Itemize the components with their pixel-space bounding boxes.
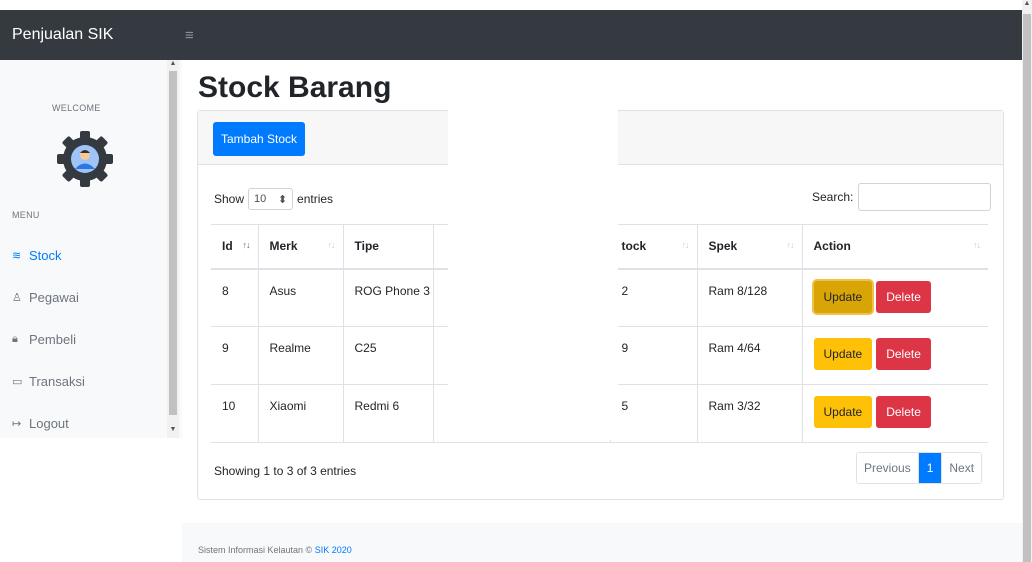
entries-length-select[interactable]: 10 ⬍ <box>248 188 294 210</box>
page-title: Stock Barang <box>198 71 392 104</box>
footer: Sistem Informasi Kelautan © SIK 2020 <box>182 523 1022 562</box>
sidebar-menu-heading: MENU <box>12 210 40 220</box>
search-label: Search: <box>812 190 854 204</box>
sort-icon: ↑↓ <box>786 240 795 250</box>
cell-stock: 2 <box>609 268 697 327</box>
col-header-tipe[interactable]: Tipe <box>342 224 433 270</box>
update-button[interactable]: Update <box>813 338 873 370</box>
delete-button[interactable]: Delete <box>876 396 931 428</box>
money-icon: ▭ <box>12 376 23 388</box>
length-suffix: entries <box>297 192 334 206</box>
sort-icon: ↑↓ <box>973 240 981 250</box>
scroll-down-arrow-icon[interactable]: ▼ <box>167 426 179 433</box>
cell-stock: 9 <box>609 326 697 385</box>
cell-tipe: ROG Phone 3 <box>342 268 433 327</box>
sidebar-item-pembeli[interactable]: 🔒︎ Pembeli <box>12 332 76 347</box>
sort-icon: ↑↓ <box>327 240 336 250</box>
entries-length-control: Show 10 ⬍ entries <box>214 188 333 210</box>
delete-button[interactable]: Delete <box>876 338 931 370</box>
select-arrows-icon: ⬍ <box>277 193 288 206</box>
cell-spek: Ram 3/32 <box>696 384 802 443</box>
sidebar-scrollbar-thumb[interactable] <box>169 71 177 415</box>
col-header-spek[interactable]: Spek ↑↓ <box>696 224 802 270</box>
layers-icon: ≋ <box>12 250 22 262</box>
sidebar-item-label: Logout <box>29 416 69 431</box>
sidebar: WELCOME MENU ≋ Stock ♙ Pegawai 🔒︎ Pembel… <box>0 60 182 438</box>
cell-tipe: C25 <box>342 326 433 385</box>
sidebar-item-pegawai[interactable]: ♙ Pegawai <box>12 290 79 305</box>
sidebar-item-label: Transaksi <box>29 374 85 389</box>
cell-tipe: Redmi 6 <box>342 384 433 443</box>
pagination-previous[interactable]: Previous <box>857 453 918 483</box>
pagination: Previous 1 Next <box>856 452 983 484</box>
col-header-merk[interactable]: Merk ↑↓ <box>257 224 343 270</box>
table-info: Showing 1 to 3 of 3 entries <box>214 464 357 478</box>
update-button[interactable]: Update <box>813 396 873 428</box>
cell-action: Update Delete <box>801 268 988 327</box>
cell-spek: Ram 8/128 <box>696 268 802 327</box>
lock-icon: 🔒︎ <box>12 333 18 345</box>
cell-merk: Xiaomi <box>257 384 343 443</box>
sidebar-item-logout[interactable]: ↦ Logout <box>12 416 69 431</box>
cell-action: Update Delete <box>801 326 988 385</box>
cell-spek: Ram 4/64 <box>696 326 802 385</box>
col-header-stock[interactable]: tock ↑↓ <box>609 224 697 270</box>
cell-id: 9 <box>211 326 258 385</box>
pagination-next[interactable]: Next <box>941 453 982 483</box>
footer-copyright: Sistem Informasi Kelautan © <box>198 545 313 555</box>
sidebar-item-label: Pembeli <box>29 332 76 347</box>
window-scrollbar-thumb[interactable] <box>1023 14 1031 562</box>
sidebar-welcome-label: WELCOME <box>52 103 101 113</box>
length-prefix: Show <box>214 192 245 206</box>
pagination-page-1[interactable]: 1 <box>917 453 942 483</box>
sort-icon: ↑↓ <box>242 240 251 250</box>
col-header-action[interactable]: Action ↑↓ <box>801 224 988 270</box>
sidebar-item-label: Stock <box>29 248 62 263</box>
sidebar-item-stock[interactable]: ≋ Stock <box>12 248 62 263</box>
sidebar-item-label: Pegawai <box>29 290 79 305</box>
menu-toggle-icon[interactable]: ≡ <box>185 27 194 44</box>
delete-button[interactable]: Delete <box>876 280 931 313</box>
brand-title[interactable]: Penjualan SIK <box>0 26 182 44</box>
cell-action: Update Delete <box>801 384 988 443</box>
col-header-id[interactable]: Id ↑↓ <box>211 224 258 270</box>
scroll-up-arrow-icon[interactable]: ▲ <box>167 60 179 67</box>
cell-merk: Asus <box>257 268 343 327</box>
entries-length-value: 10 <box>254 193 267 205</box>
add-stock-button[interactable]: Tambah Stock <box>213 122 306 156</box>
cell-merk: Realme <box>257 326 343 385</box>
sign-out-icon: ↦ <box>12 418 22 430</box>
update-button[interactable]: Update <box>813 280 873 313</box>
footer-text: Sistem Informasi Kelautan © SIK 2020 <box>198 545 352 555</box>
sort-icon: ↑↓ <box>681 240 690 250</box>
search-input[interactable] <box>858 183 992 211</box>
footer-link[interactable]: SIK 2020 <box>315 545 352 555</box>
top-navbar: Penjualan SIK ≡ <box>0 10 1022 60</box>
sidebar-scrollbar[interactable]: ▲ ▼ <box>167 60 179 438</box>
scroll-up-arrow-icon[interactable]: ▲ <box>1022 0 1032 7</box>
sidebar-item-transaksi[interactable]: ▭ Transaksi <box>12 374 85 389</box>
user-icon: ♙ <box>12 292 22 304</box>
cell-stock: 5 <box>609 384 697 443</box>
cell-id: 10 <box>211 384 258 443</box>
occluding-overlay <box>448 95 618 440</box>
gear-user-icon <box>57 131 113 187</box>
window-scrollbar[interactable]: ▲ <box>1022 0 1032 562</box>
table-search: Search: <box>812 183 992 211</box>
cell-id: 8 <box>211 268 258 327</box>
